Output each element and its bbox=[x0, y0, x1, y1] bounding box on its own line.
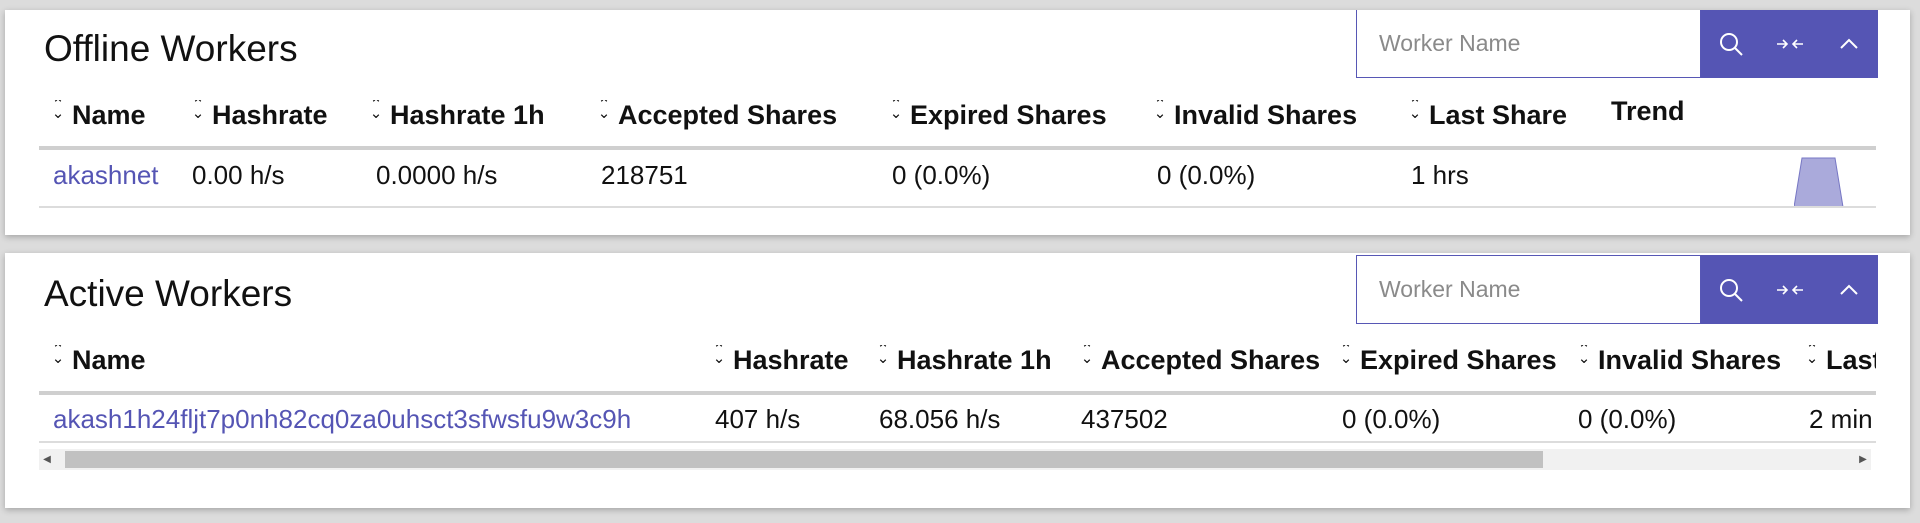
column-label: Invalid Shares bbox=[1598, 345, 1782, 375]
column-header-accepted[interactable]: ⌃ ⌄ Accepted Shares bbox=[596, 100, 837, 131]
column-label: Hashrate bbox=[212, 100, 328, 130]
chevron-up-icon bbox=[1839, 38, 1858, 49]
page-title: Active Workers bbox=[44, 273, 293, 314]
column-header-hashrate-1h[interactable]: ⌃ ⌄ Hashrate 1h bbox=[368, 100, 545, 131]
column-header-invalid[interactable]: ⌃ ⌄ Invalid Shares bbox=[1576, 345, 1781, 376]
header-divider bbox=[39, 391, 1876, 395]
hashrate-1h-cell: 68.056 h/s bbox=[879, 404, 1001, 434]
hashrate-1h-cell: 0.0000 h/s bbox=[376, 160, 498, 190]
chevron-up-icon bbox=[1839, 284, 1858, 295]
column-label: Last Share bbox=[1429, 100, 1568, 130]
hashrate-cell: 0.00 h/s bbox=[192, 160, 285, 190]
column-header-last-share[interactable]: ⌃⌄ Last Share bbox=[1804, 345, 1876, 376]
search-button[interactable] bbox=[1701, 10, 1760, 78]
scroll-left-icon[interactable]: ◀ bbox=[39, 449, 55, 470]
sort-icon: ⌃ ⌄ bbox=[712, 345, 726, 367]
sort-icon: ⌃ ⌄ bbox=[51, 345, 65, 367]
column-header-last-share[interactable]: ⌃⌄ Last Share bbox=[1407, 100, 1567, 131]
page-title: Offline Workers bbox=[44, 28, 298, 69]
trend-sparkline bbox=[1794, 157, 1844, 208]
column-label: Expired Shares bbox=[910, 100, 1107, 130]
arrows-in-icon bbox=[1776, 38, 1803, 49]
sort-icon: ⌃ ⌄ bbox=[597, 100, 611, 122]
hashrate-cell: 407 h/s bbox=[715, 404, 801, 434]
toggle-button[interactable] bbox=[1819, 10, 1878, 78]
column-header-name[interactable]: ⌃ ⌄ Name bbox=[50, 100, 146, 131]
collapse-button[interactable] bbox=[1760, 10, 1819, 78]
column-header-expired[interactable]: ⌃ ⌄ Expired Shares bbox=[888, 100, 1107, 131]
toolbar bbox=[1701, 255, 1878, 324]
expired-cell: 0 (0.0%) bbox=[892, 160, 991, 190]
horizontal-scrollbar[interactable]: ◀ ▶ bbox=[39, 449, 1871, 470]
column-header-hashrate[interactable]: ⌃ ⌄ Hashrate bbox=[711, 345, 849, 376]
toolbar bbox=[1701, 10, 1878, 78]
offline-workers-card: Offline Workers ⌃⌄ Name ⌃⌄ Hashrate ⌃⌄ Hash… bbox=[5, 10, 1910, 235]
sort-icon: ⌃ ⌄ bbox=[876, 345, 890, 367]
worker-link[interactable]: akash1h24fljt7p0nh82cq0za0uhsct3sfwsfu9w… bbox=[53, 404, 631, 435]
scrollbar-thumb[interactable] bbox=[65, 451, 1543, 468]
column-label: Invalid Shares bbox=[1174, 100, 1358, 130]
column-label: Expired Shares bbox=[1360, 345, 1557, 375]
worker-search-field[interactable] bbox=[1356, 255, 1701, 324]
worker-search-field[interactable] bbox=[1356, 10, 1701, 78]
search-button[interactable] bbox=[1701, 255, 1760, 324]
table-row: akash1h24fljt7p0nh82cq0za0uhsct3sfwsfu9w… bbox=[39, 404, 1876, 444]
sort-icon: ⌃ ⌄ bbox=[889, 100, 903, 122]
toggle-button[interactable] bbox=[1819, 255, 1878, 324]
row-divider bbox=[39, 206, 1876, 208]
offline-workers-table: ⌃ ⌄ Name ⌃ ⌄ Hashrate ⌃ ⌄ Hashrate 1h ⌃ ⌄ Accept… bbox=[39, 100, 1876, 210]
column-header-invalid[interactable]: ⌃ ⌄ Invalid Shares bbox=[1152, 100, 1357, 131]
header-divider bbox=[39, 146, 1876, 150]
column-header-hashrate-1h[interactable]: ⌃ ⌄ Hashrate 1h bbox=[875, 345, 1052, 376]
arrows-in-icon bbox=[1776, 284, 1803, 295]
sort-icon: ⌃ ⌄ bbox=[191, 100, 205, 122]
sort-icon: ⌃ ⌄ bbox=[1080, 345, 1094, 367]
column-label: Name bbox=[72, 100, 146, 130]
column-label: Hashrate 1h bbox=[390, 100, 545, 130]
sort-icon: ⌃ ⌄ bbox=[1805, 345, 1819, 367]
column-header-expired[interactable]: ⌃ ⌄ Expired Shares bbox=[1338, 345, 1557, 376]
column-header-trend: Trend bbox=[1611, 100, 1685, 126]
search-icon bbox=[1719, 32, 1743, 56]
column-label: Name bbox=[72, 345, 146, 375]
sort-icon: ⌃ ⌄ bbox=[1339, 345, 1353, 367]
table-header: ⌃ ⌄ Name ⌃ ⌄ Hashrate ⌃ ⌄ Hashrate 1h ⌃ ⌄ Accept… bbox=[39, 345, 1876, 385]
invalid-cell: 0 (0.0%) bbox=[1157, 160, 1256, 190]
column-header-accepted[interactable]: ⌃ ⌄ Accepted Shares bbox=[1079, 345, 1320, 376]
row-divider bbox=[39, 441, 1876, 443]
sort-icon: ⌃ ⌄ bbox=[369, 100, 383, 122]
last-share-cell: 1 hrs bbox=[1411, 160, 1469, 190]
last-share-cell: 2 min bbox=[1809, 404, 1873, 434]
sort-icon: ⌃ ⌄ bbox=[1153, 100, 1167, 122]
collapse-button[interactable] bbox=[1760, 255, 1819, 324]
sort-icon: ⌃ ⌄ bbox=[51, 100, 65, 122]
invalid-cell: 0 (0.0%) bbox=[1578, 404, 1677, 434]
sort-icon: ⌃ ⌄ bbox=[1408, 100, 1422, 122]
sort-icon: ⌃ ⌄ bbox=[1577, 345, 1591, 367]
worker-search-input[interactable] bbox=[1357, 10, 1700, 77]
expired-cell: 0 (0.0%) bbox=[1342, 404, 1441, 434]
scroll-right-icon[interactable]: ▶ bbox=[1855, 449, 1871, 470]
active-workers-card: Active Workers ⌃⌄ Name ⌃⌄ Hashrate ⌃⌄ Hashr… bbox=[5, 253, 1910, 508]
accepted-cell: 437502 bbox=[1081, 404, 1168, 434]
column-header-hashrate[interactable]: ⌃ ⌄ Hashrate bbox=[190, 100, 328, 131]
table-row: akashnet 0.00 h/s 0.0000 h/s 218751 0 (0… bbox=[39, 157, 1876, 208]
table-header: ⌃ ⌄ Name ⌃ ⌄ Hashrate ⌃ ⌄ Hashrate 1h ⌃ ⌄ Accept… bbox=[39, 100, 1876, 140]
column-header-name[interactable]: ⌃ ⌄ Name bbox=[50, 345, 146, 376]
column-label: Last Share bbox=[1826, 345, 1876, 375]
accepted-cell: 218751 bbox=[601, 160, 688, 190]
active-workers-table: ⌃ ⌄ Name ⌃ ⌄ Hashrate ⌃ ⌄ Hashrate 1h ⌃ ⌄ Accept… bbox=[39, 345, 1876, 445]
column-label: Accepted Shares bbox=[618, 100, 838, 130]
worker-search-input[interactable] bbox=[1357, 256, 1700, 323]
worker-link[interactable]: akashnet bbox=[53, 160, 159, 191]
column-label: Accepted Shares bbox=[1101, 345, 1321, 375]
column-label: Hashrate 1h bbox=[897, 345, 1052, 375]
column-label: Hashrate bbox=[733, 345, 849, 375]
search-icon bbox=[1719, 278, 1743, 302]
